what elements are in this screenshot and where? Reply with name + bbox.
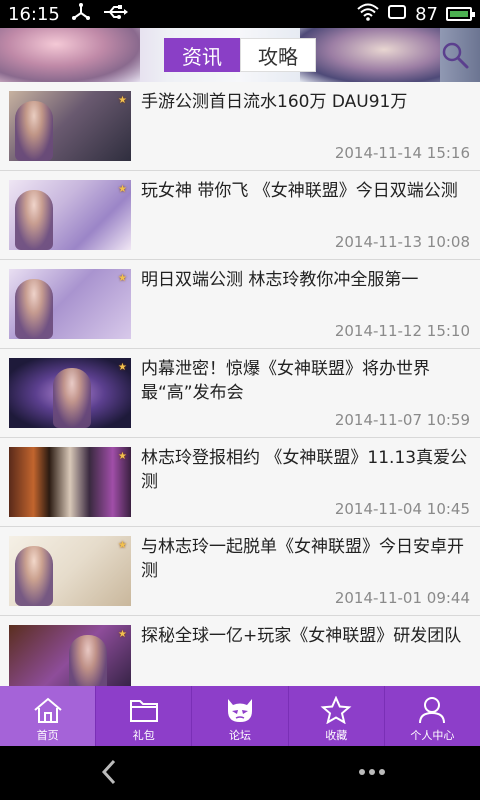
article-date: 2014-11-07 10:59 [334,411,470,429]
clock: 16:15 [8,3,60,25]
battery-icon [446,7,475,21]
article-title: 探秘全球一亿+玩家《女神联盟》研发团队 [141,626,462,646]
thumbnail-figure [69,635,107,686]
nav-forum[interactable]: 论坛 [192,686,289,746]
article-thumbnail: ★ [9,180,131,250]
nav-label: 首页 [36,729,59,742]
game-logo-icon: ★ [118,451,127,462]
nav-label: 收藏 [325,729,348,742]
article-list[interactable]: ★ 手游公测首日流水160万 DAU91万 2014-11-14 15:16 ★… [0,82,480,686]
nav-label: 论坛 [229,729,251,742]
bottom-nav: 首页 礼包 论坛 收藏 个人中心 [0,686,480,746]
list-item[interactable]: ★ 探秘全球一亿+玩家《女神联盟》研发团队 [0,616,480,686]
back-icon[interactable] [96,758,124,786]
article-date: 2014-11-04 10:45 [334,500,470,518]
nav-home[interactable]: 首页 [0,686,97,746]
nav-profile[interactable]: 个人中心 [385,686,480,746]
article-date: 2014-11-01 09:44 [334,589,470,607]
list-item[interactable]: ★ 与林志玲一起脱单《女神联盟》今日安卓开测 2014-11-01 09:44 [0,527,480,616]
game-logo-icon: ★ [118,540,127,551]
article-thumbnail: ★ [9,91,131,161]
game-logo-icon: ★ [118,95,127,106]
signal-box-icon [387,3,407,26]
article-thumbnail: ★ [9,536,131,606]
article-thumbnail: ★ [9,625,131,686]
more-options-icon[interactable] [358,758,386,786]
thumbnail-figure [15,279,53,339]
battery-percent: 87 [415,3,438,25]
thumbnail-figure [15,546,53,606]
thumbnail-figure [53,368,91,428]
article-title: 玩女神 带你飞 《女神联盟》今日双端公测 [141,181,458,201]
nav-label: 礼包 [132,729,155,742]
article-thumbnail: ★ [9,358,131,428]
list-item[interactable]: ★ 林志玲登报相约 《女神联盟》11.13真爱公测 2014-11-04 10:… [0,438,480,527]
game-logo-icon: ★ [118,362,127,373]
thumbnail-figure [15,101,53,161]
article-title: 与林志玲一起脱单《女神联盟》今日安卓开测 [141,537,464,581]
usb-debug-icon [70,2,92,26]
list-item[interactable]: ★ 明日双端公测 林志玲教你冲全服第一 2014-11-12 15:10 [0,260,480,349]
list-item[interactable]: ★ 手游公测首日流水160万 DAU91万 2014-11-14 15:16 [0,82,480,171]
home-icon [33,697,62,723]
article-thumbnail: ★ [9,269,131,339]
article-title: 明日双端公测 林志玲教你冲全服第一 [141,270,419,290]
article-title: 内幕泄密！惊爆《女神联盟》将办世界最“高”发布会 [141,359,430,403]
list-item[interactable]: ★ 玩女神 带你飞 《女神联盟》今日双端公测 2014-11-13 10:08 [0,171,480,260]
article-date: 2014-11-14 15:16 [334,144,470,162]
star-icon [320,696,352,724]
list-item[interactable]: ★ 内幕泄密！惊爆《女神联盟》将办世界最“高”发布会 2014-11-07 10… [0,349,480,438]
tab-guides[interactable]: 攻略 [240,38,316,72]
banner-art-left [0,28,140,82]
nav-gifts[interactable]: 礼包 [96,686,193,746]
status-bar: 16:15 87 [0,0,480,28]
tab-news[interactable]: 资讯 [164,38,240,72]
nav-favorites[interactable]: 收藏 [289,686,385,746]
article-date: 2014-11-12 15:10 [334,322,470,340]
banner-art-right [300,28,440,82]
tab-bar: 资讯 攻略 [164,38,316,72]
article-title: 林志玲登报相约 《女神联盟》11.13真爱公测 [141,448,468,492]
game-logo-icon: ★ [118,629,127,640]
person-icon [419,697,446,724]
article-date: 2014-11-13 10:08 [334,233,470,251]
system-nav-bar [0,746,480,800]
game-logo-icon: ★ [118,184,127,195]
search-icon[interactable] [440,40,470,70]
game-logo-icon: ★ [118,273,127,284]
folder-icon [129,700,158,722]
wifi-icon [357,3,379,26]
header-banner: 资讯 攻略 [0,28,480,82]
mask-icon [228,699,252,722]
article-thumbnail: ★ [9,447,131,517]
article-title: 手游公测首日流水160万 DAU91万 [141,92,408,112]
usb-icon [102,3,128,26]
nav-label: 个人中心 [410,729,455,742]
thumbnail-figure [15,190,53,250]
